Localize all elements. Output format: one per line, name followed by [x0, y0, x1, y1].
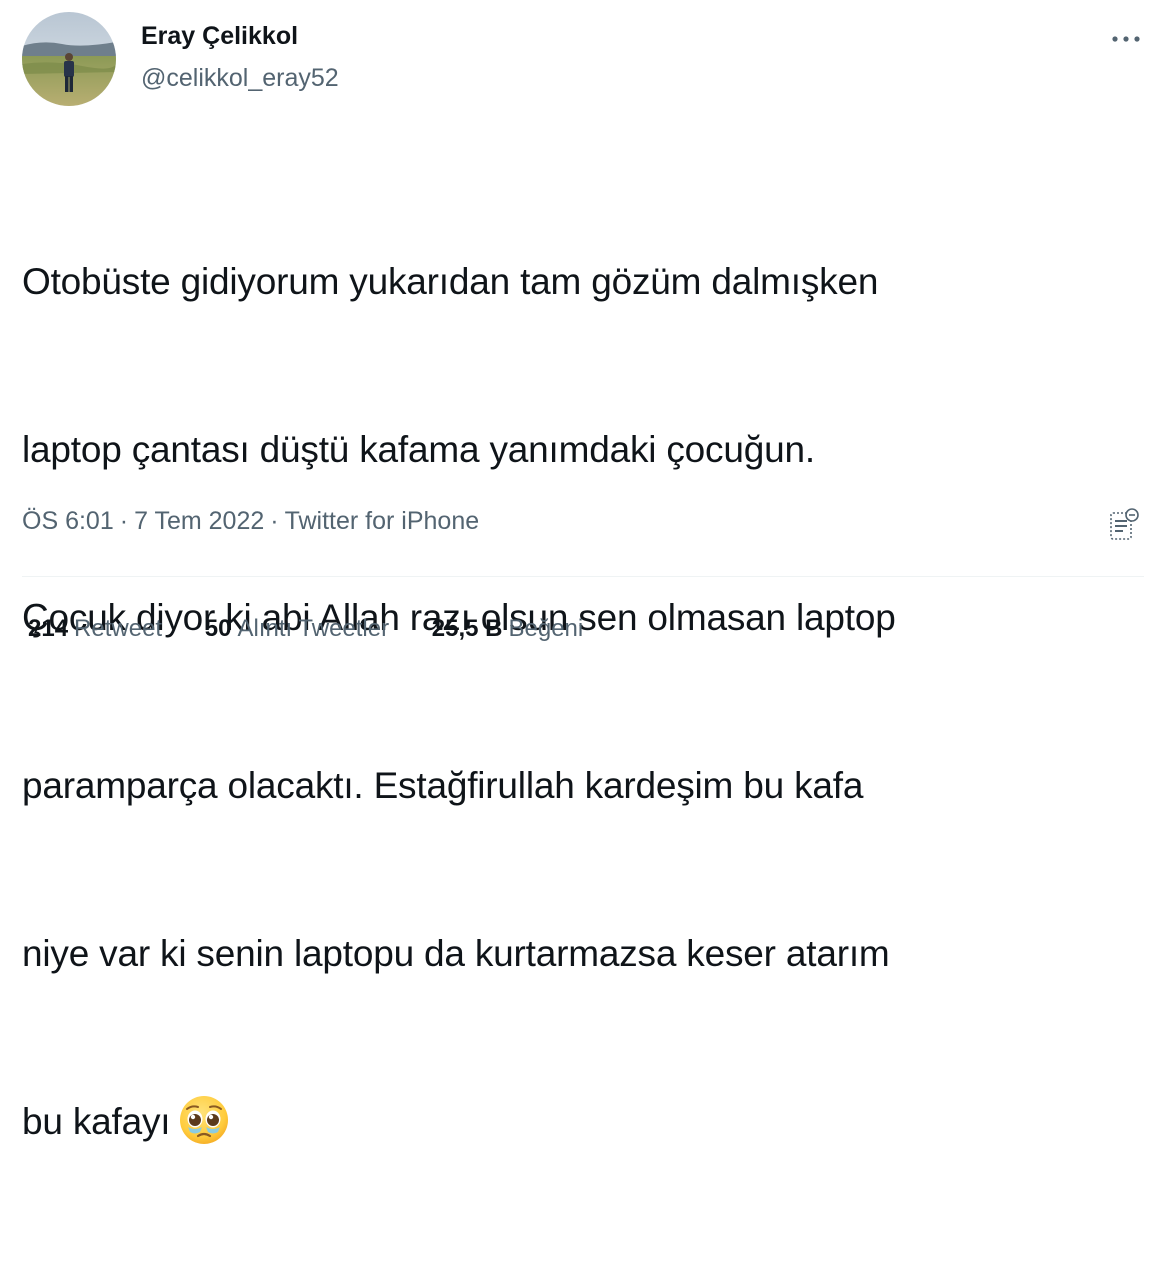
tweet-card: Eray Çelikkol @celikkol_eray52 Otobüste … [0, 0, 1167, 1144]
tweet-text-line: laptop çantası düştü kafama yanımdaki ço… [22, 429, 815, 470]
analytics-icon [1110, 508, 1139, 540]
pleading-face-emoji-icon [178, 1094, 230, 1162]
retweets-count: 214 [28, 615, 69, 642]
likes-stat[interactable]: 25,5 B Beğeni [432, 615, 583, 643]
more-horizontal-icon [1112, 36, 1140, 42]
tweet-source[interactable]: Twitter for iPhone [285, 507, 480, 535]
tweet-meta: ÖS 6:01 · 7 Tem 2022 · Twitter for iPhone [22, 507, 479, 536]
tweet-text-line: paramparça olacaktı. Estağfirullah karde… [22, 765, 864, 806]
tweet-stats: 214 Retweet 50 Alıntı Tweetler 25,5 B Beğen… [28, 615, 619, 643]
tweet-text-line: bu kafayı [22, 1101, 171, 1142]
meta-separator: · [270, 507, 279, 535]
quote-tweets-count: 50 [204, 615, 232, 642]
avatar-photo [22, 12, 116, 106]
quote-tweets-label: Alıntı Tweetler [237, 615, 390, 642]
tweet-time[interactable]: ÖS 6:01 [22, 507, 114, 535]
avatar[interactable] [22, 12, 116, 106]
display-name[interactable]: Eray Çelikkol [141, 22, 298, 51]
user-handle[interactable]: @celikkol_eray52 [141, 64, 339, 93]
tweet-text: Otobüste gidiyorum yukarıdan tam gözüm d… [22, 142, 1142, 1274]
analytics-button[interactable] [1106, 506, 1142, 544]
quote-tweets-stat[interactable]: 50 Alıntı Tweetler [205, 615, 389, 643]
more-button[interactable] [1106, 24, 1146, 54]
tweet-date[interactable]: 7 Tem 2022 [134, 507, 264, 535]
divider [22, 576, 1144, 577]
retweets-label: Retweet [74, 615, 163, 642]
meta-separator: · [119, 507, 129, 535]
retweets-stat[interactable]: 214 Retweet [28, 615, 162, 643]
tweet-text-line-last: bu kafayı [22, 1094, 1142, 1162]
likes-count: 25,5 B [431, 615, 503, 642]
tweet-text-line: Otobüste gidiyorum yukarıdan tam gözüm d… [22, 261, 879, 302]
likes-label: Beğeni [508, 615, 584, 642]
tweet-text-line: niye var ki senin laptopu da kurtarmazsa… [22, 933, 890, 974]
